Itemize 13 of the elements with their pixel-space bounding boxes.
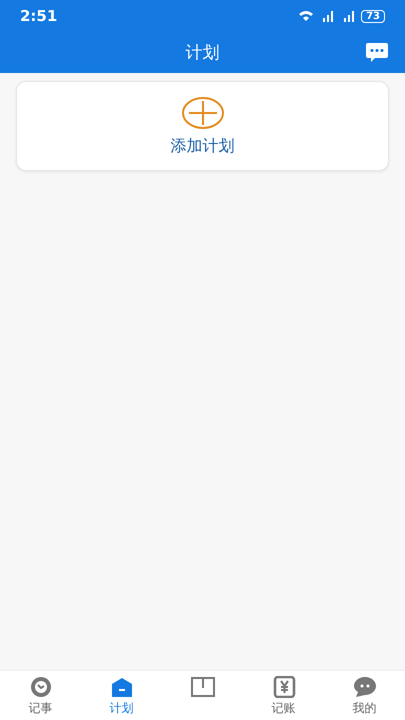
header-title: 计划 [186, 42, 220, 64]
nav-tab[interactable]: 我的 [324, 671, 405, 720]
add-plan-button[interactable]: 添加计划 [16, 81, 389, 171]
nav-tab[interactable]: 计划 [81, 671, 162, 720]
plus-icon [180, 96, 224, 130]
nav-tab[interactable]: 记账 [243, 671, 324, 720]
chat-icon [352, 676, 378, 698]
battery-indicator: 73 [361, 10, 385, 22]
nav-tab[interactable]: 记事 [0, 671, 81, 720]
board-icon [190, 676, 216, 698]
wifi-icon [298, 10, 314, 22]
message-icon[interactable] [365, 42, 389, 64]
status-time: 2:51 [20, 7, 58, 25]
